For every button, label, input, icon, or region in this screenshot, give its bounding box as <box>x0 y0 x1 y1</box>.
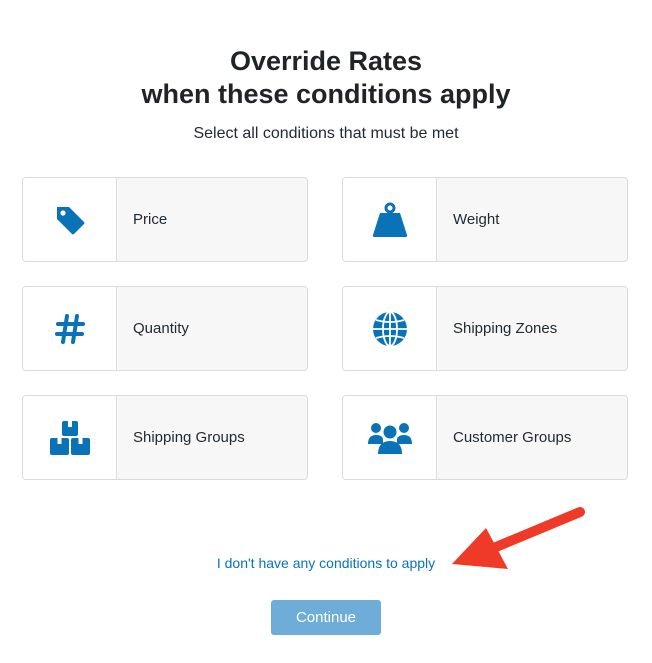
condition-card-shipping-zones[interactable]: Shipping Zones <box>342 286 628 371</box>
condition-label: Weight <box>453 211 500 228</box>
weight-icon <box>371 202 409 238</box>
card-icon-area <box>343 396 437 479</box>
condition-card-customer-groups[interactable]: Customer Groups <box>342 395 628 480</box>
condition-card-price[interactable]: Price <box>22 177 308 262</box>
condition-label: Price <box>133 211 168 228</box>
card-icon-area <box>23 287 117 370</box>
annotation-arrow-icon <box>452 507 585 569</box>
page-title: Override Rates <box>229 46 423 76</box>
condition-label: Customer Groups <box>453 429 572 446</box>
users-icon <box>367 420 413 456</box>
continue-button[interactable]: Continue <box>271 600 381 635</box>
card-icon-area <box>343 178 437 261</box>
card-icon-area <box>23 396 117 479</box>
condition-card-weight[interactable]: Weight <box>342 177 628 262</box>
condition-label: Quantity <box>133 320 189 337</box>
card-icon-area <box>343 287 437 370</box>
condition-label: Shipping Zones <box>453 320 558 337</box>
card-icon-area <box>23 178 117 261</box>
hash-icon <box>54 313 86 345</box>
instruction-text: Select all conditions that must be met <box>193 125 459 142</box>
condition-card-shipping-groups[interactable]: Shipping Groups <box>22 395 308 480</box>
condition-card-quantity[interactable]: Quantity <box>22 286 308 371</box>
condition-label: Shipping Groups <box>133 429 245 446</box>
page-subtitle: when these conditions apply <box>141 79 511 109</box>
tag-icon <box>53 203 87 237</box>
boxes-icon <box>49 419 91 457</box>
globe-icon <box>371 310 409 348</box>
